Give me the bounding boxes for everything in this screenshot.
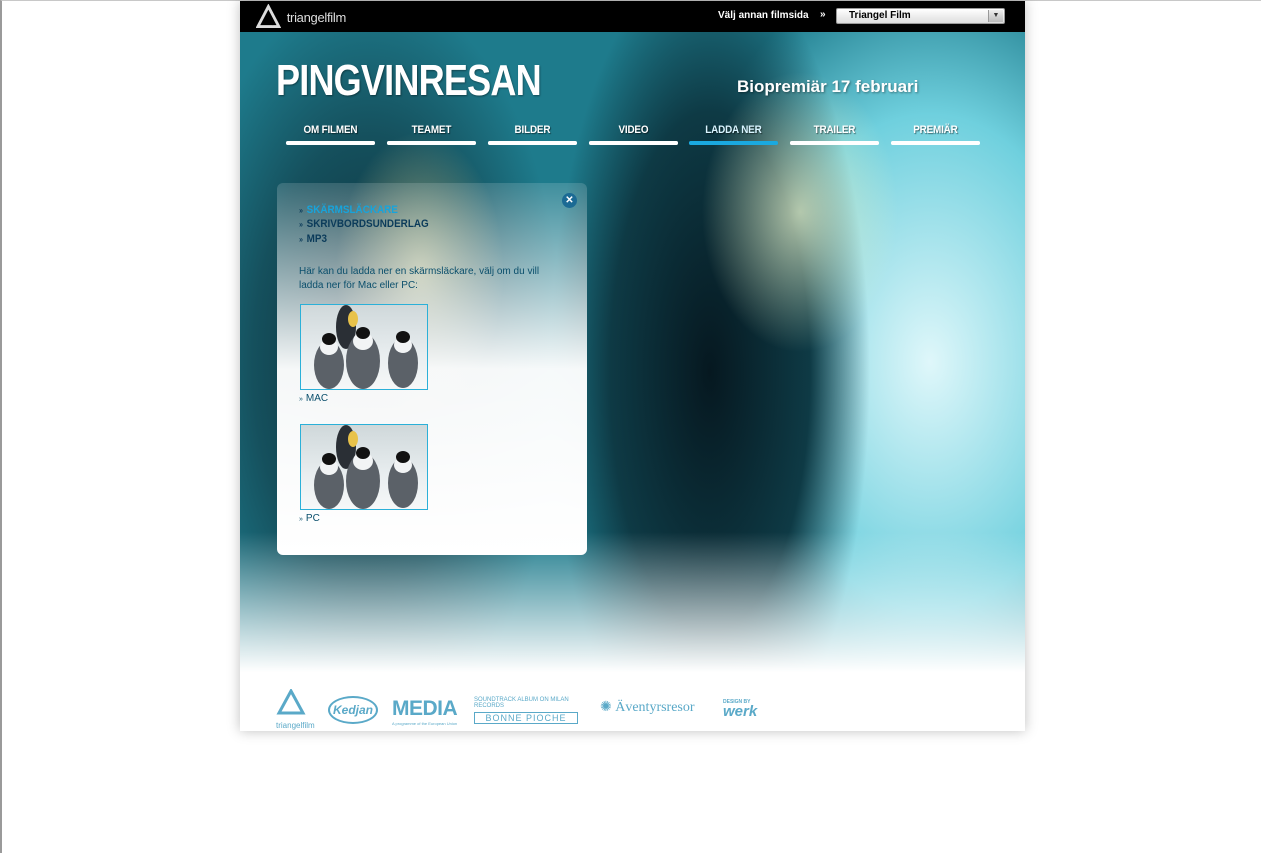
nav-item-teamet[interactable]: TEAMET (386, 124, 477, 148)
mac-thumbnail[interactable] (300, 304, 428, 390)
film-select-value: Triangel Film (849, 10, 911, 21)
nav-label: LADDA NER (705, 124, 763, 136)
double-chevron-icon: » (299, 235, 304, 244)
film-title: PINGVINRESAN (276, 56, 542, 105)
nav-item-om-filmen[interactable]: OM FILMEN (285, 124, 376, 148)
sponsor-sublabel: BONNE PIOCHE (474, 712, 578, 724)
double-chevron-icon: » (299, 396, 303, 403)
sponsor-label: MEDIA (392, 697, 458, 720)
sponsor-label: Äventyrsresor (615, 700, 695, 715)
submenu-label: SKÄRMSLÄCKARE (306, 204, 398, 216)
sponsor-aventyrsresor[interactable]: ✺ Äventyrsresor (600, 699, 695, 716)
submenu-skarmslackare[interactable]: » SKÄRMSLÄCKARE (299, 204, 398, 216)
download-mac-link[interactable]: » MAC (299, 393, 328, 404)
nav-underline (285, 141, 375, 145)
penguin-chicks-image (314, 425, 418, 509)
submenu-label: SKRIVBORDSUNDERLAG (306, 218, 429, 230)
nav-item-bilder[interactable]: BILDER (487, 124, 578, 148)
submenu-skrivbordsunderlag[interactable]: » SKRIVBORDSUNDERLAG (299, 218, 429, 230)
nav-underline (487, 141, 577, 145)
sponsor-label: SOUNDTRACK ALBUM ON MILAN RECORDS (474, 697, 569, 709)
logo-text: triangelfilm (286, 9, 347, 25)
nav-underline (790, 141, 880, 145)
sponsor-label: triangelfilm (276, 721, 315, 730)
premiere-date: Biopremiär 17 februari (737, 77, 919, 96)
double-chevron-icon: » (820, 9, 826, 20)
sponsor-label: Kedjan (332, 703, 373, 717)
sun-icon: ✺ (600, 700, 612, 715)
sponsor-werk[interactable]: DESIGN BY werk (723, 699, 758, 720)
nav-item-video[interactable]: VIDEO (588, 124, 679, 148)
nav-label: TEAMET (411, 124, 452, 136)
nav-item-ladda-ner[interactable]: LADDA NER (688, 124, 779, 148)
sponsor-kedjan[interactable]: Kedjan (328, 696, 378, 724)
submenu-mp3[interactable]: » MP3 (299, 233, 327, 245)
sponsor-label: werk (723, 703, 758, 720)
sponsor-media[interactable]: MEDIA A programme of the European Union (392, 697, 458, 726)
nav-underline (588, 141, 678, 145)
triangle-logo-icon (276, 687, 306, 715)
download-label: PC (305, 513, 320, 524)
submenu-label: MP3 (306, 233, 327, 245)
nav-label: PREMIÄR (913, 124, 958, 136)
pc-thumbnail[interactable] (300, 424, 428, 510)
double-chevron-icon: » (299, 220, 304, 229)
main-nav: OM FILMEN TEAMET BILDER VIDEO LADDA NER … (280, 124, 986, 148)
download-panel: ✕ » SKÄRMSLÄCKARE » SKRIVBORDSUNDERLAG » MP… (277, 183, 587, 555)
nav-label: OM FILMEN (303, 124, 358, 136)
sponsor-triangelfilm[interactable]: triangelfilm (276, 687, 320, 730)
other-film-label: Välj annan filmsida (718, 10, 809, 21)
nav-item-trailer[interactable]: TRAILER (789, 124, 880, 148)
triangle-logo-icon (256, 4, 281, 28)
penguin-chicks-image (314, 305, 418, 389)
nav-item-premiar[interactable]: PREMIÄR (890, 124, 981, 148)
double-chevron-icon: » (299, 516, 303, 523)
nav-label: TRAILER (813, 124, 856, 136)
nav-label: VIDEO (618, 124, 648, 136)
chevron-down-icon[interactable]: ▼ (988, 10, 1003, 22)
close-icon[interactable]: ✕ (562, 193, 577, 208)
nav-label: BILDER (514, 124, 551, 136)
nav-underline (386, 141, 476, 145)
page-container: triangelfilm Välj annan filmsida » Trian… (240, 1, 1025, 731)
intro-text: Här kan du ladda ner en skärmsläckare, v… (299, 266, 540, 291)
triangelfilm-logo[interactable]: triangelfilm (256, 4, 346, 30)
download-pc-link[interactable]: » PC (299, 513, 320, 524)
double-chevron-icon: » (299, 206, 304, 215)
download-label: MAC (305, 393, 329, 404)
sponsor-soundtrack[interactable]: SOUNDTRACK ALBUM ON MILAN RECORDS BONNE … (474, 697, 586, 724)
film-select-dropdown[interactable]: Triangel Film ▼ (836, 8, 1005, 24)
sponsor-sublabel: A programme of the European Union (392, 721, 458, 726)
top-bar: triangelfilm Välj annan filmsida » Trian… (240, 1, 1025, 32)
sponsor-bar: triangelfilm Kedjan MEDIA A programme of… (276, 687, 776, 735)
nav-underline (891, 141, 981, 145)
nav-underline (689, 141, 779, 145)
